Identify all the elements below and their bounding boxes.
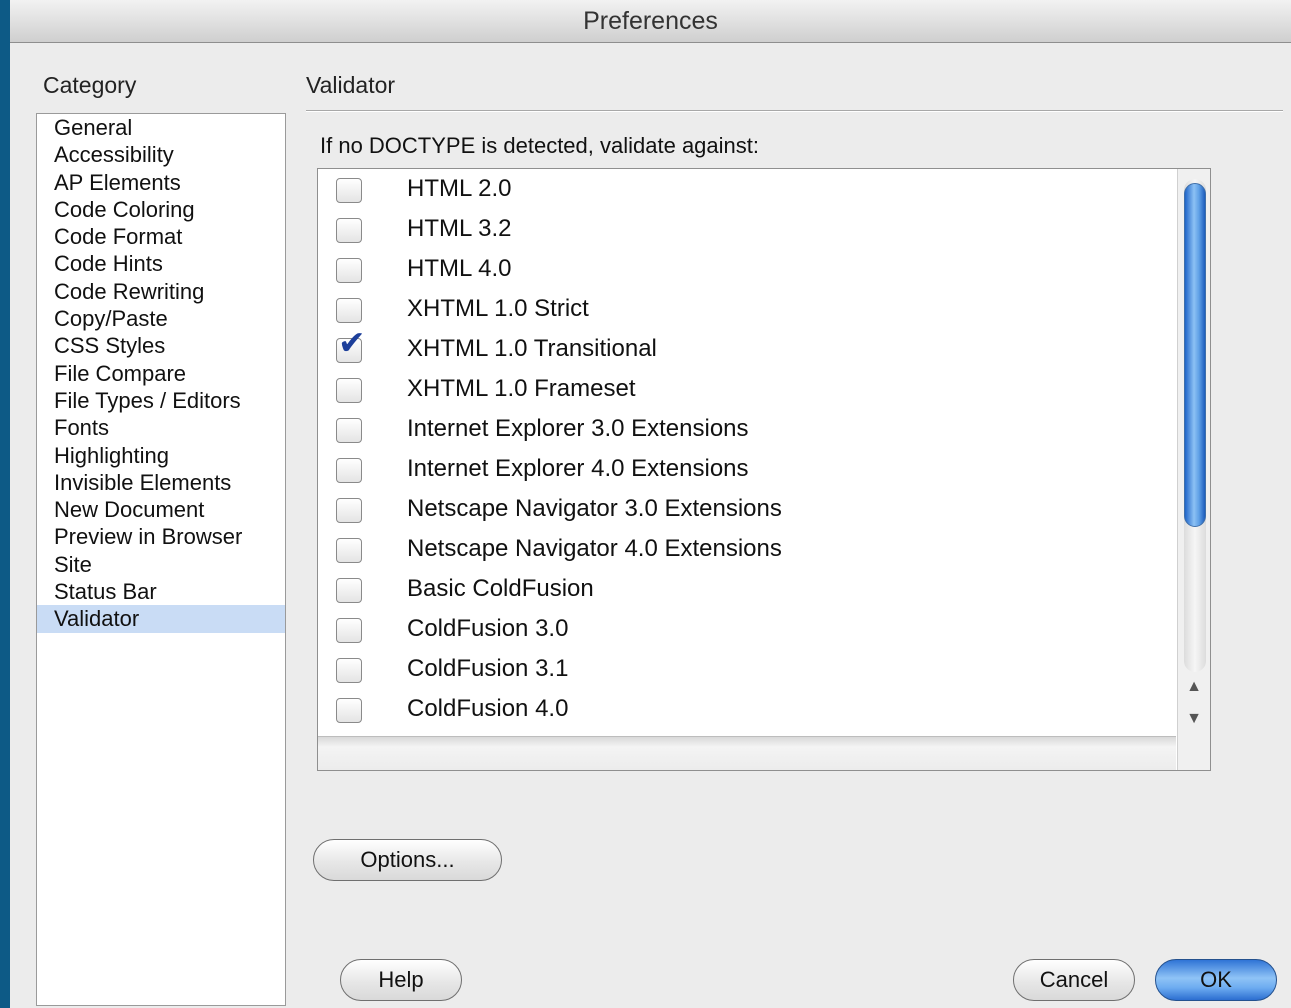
cancel-button[interactable]: Cancel <box>1013 959 1135 1001</box>
category-item[interactable]: Fonts <box>37 414 285 441</box>
doctype-checkbox[interactable] <box>336 298 362 323</box>
window-title: Preferences <box>583 6 718 35</box>
up-arrow-icon[interactable]: ▲ <box>1178 671 1210 703</box>
doctype-label: HTML 3.2 <box>407 215 512 242</box>
doctype-row: Basic ColdFusion <box>318 571 1178 611</box>
doctype-label: HTML 2.0 <box>407 175 512 202</box>
category-item[interactable]: Code Hints <box>37 250 285 277</box>
section-divider <box>306 110 1283 111</box>
category-item[interactable]: Code Rewriting <box>37 278 285 305</box>
category-item[interactable]: AP Elements <box>37 169 285 196</box>
doctype-row: ColdFusion 3.1 <box>318 651 1178 691</box>
doctype-row: HTML 3.2 <box>318 211 1178 251</box>
category-item[interactable]: Highlighting <box>37 442 285 469</box>
category-item[interactable]: Code Coloring <box>37 196 285 223</box>
doctype-rows: HTML 2.0 HTML 3.2 HTML 4.0 XHTML 1.0 Strict… <box>318 171 1178 731</box>
doctype-checkbox[interactable] <box>336 698 362 723</box>
down-arrow-icon[interactable]: ▼ <box>1178 703 1210 735</box>
doctype-label: Netscape Navigator 4.0 Extensions <box>407 535 782 562</box>
category-heading: Category <box>43 72 137 98</box>
category-item[interactable]: New Document <box>37 496 285 523</box>
doctype-checkbox[interactable] <box>336 458 362 483</box>
doctype-row: ColdFusion 3.0 <box>318 611 1178 651</box>
doctype-row: ✔ XHTML 1.0 Transitional <box>318 326 1178 371</box>
doctype-prompt: If no DOCTYPE is detected, validate agai… <box>320 133 760 158</box>
category-list[interactable]: General Accessibility AP Elements Code Colo… <box>36 113 286 1006</box>
doctype-row: HTML 4.0 <box>318 251 1178 291</box>
doctype-row: XHTML 1.0 Frameset <box>318 371 1178 411</box>
checkmark-icon: ✔ <box>338 323 366 362</box>
doctype-label: ColdFusion 4.0 <box>407 695 569 722</box>
doctype-checkbox[interactable] <box>336 178 362 203</box>
doctype-label: XHTML 1.0 Transitional <box>407 335 657 362</box>
help-button[interactable]: Help <box>340 959 462 1001</box>
preferences-window: Preferences Category Validator General Ac… <box>10 0 1291 1008</box>
category-item[interactable]: Copy/Paste <box>37 305 285 332</box>
doctype-row: Netscape Navigator 3.0 Extensions <box>318 491 1178 531</box>
doctype-label: Internet Explorer 4.0 Extensions <box>407 455 749 482</box>
category-item[interactable]: Invisible Elements <box>37 469 285 496</box>
category-item[interactable]: File Types / Editors <box>37 387 285 414</box>
category-item[interactable]: Preview in Browser <box>37 523 285 550</box>
doctype-list[interactable]: HTML 2.0 HTML 3.2 HTML 4.0 XHTML 1.0 Strict… <box>317 168 1211 771</box>
doctype-row: HTML 2.0 <box>318 171 1178 211</box>
doctype-label: XHTML 1.0 Frameset <box>407 375 636 402</box>
doctype-checkbox[interactable] <box>336 418 362 443</box>
doctype-row: Internet Explorer 3.0 Extensions <box>318 411 1178 451</box>
title-bar: Preferences <box>10 0 1291 43</box>
horizontal-scrollbar[interactable] <box>318 736 1176 770</box>
doctype-label: Netscape Navigator 3.0 Extensions <box>407 495 782 522</box>
category-item[interactable]: Validator <box>37 605 285 633</box>
doctype-label: HTML 4.0 <box>407 255 512 282</box>
category-item[interactable]: Code Format <box>37 223 285 250</box>
doctype-checkbox[interactable] <box>336 258 362 283</box>
doctype-row: ColdFusion 4.0 <box>318 691 1178 731</box>
doctype-label: ColdFusion 3.0 <box>407 615 569 642</box>
doctype-checkbox[interactable] <box>336 618 362 643</box>
options-button[interactable]: Options... <box>313 839 502 881</box>
category-item[interactable]: Site <box>37 551 285 578</box>
doctype-checkbox[interactable] <box>336 218 362 243</box>
doctype-row: XHTML 1.0 Strict <box>318 291 1178 331</box>
doctype-checkbox[interactable] <box>336 498 362 523</box>
category-item[interactable]: File Compare <box>37 360 285 387</box>
doctype-row: Netscape Navigator 4.0 Extensions <box>318 531 1178 571</box>
doctype-label: Internet Explorer 3.0 Extensions <box>407 415 749 442</box>
section-title: Validator <box>306 72 396 98</box>
doctype-checkbox[interactable]: ✔ <box>336 326 366 363</box>
doctype-checkbox[interactable] <box>336 658 362 683</box>
vertical-scrollbar[interactable]: ▲ ▼ <box>1177 169 1210 770</box>
doctype-label: ColdFusion 3.1 <box>407 655 569 682</box>
category-item[interactable]: General <box>37 114 285 141</box>
scroll-thumb[interactable] <box>1184 183 1206 527</box>
doctype-checkbox[interactable] <box>336 378 362 403</box>
doctype-label: Basic ColdFusion <box>407 575 594 602</box>
doctype-label: XHTML 1.0 Strict <box>407 295 589 322</box>
category-item[interactable]: CSS Styles <box>37 332 285 359</box>
category-item[interactable]: Accessibility <box>37 141 285 168</box>
category-item[interactable]: Status Bar <box>37 578 285 605</box>
ok-button[interactable]: OK <box>1155 959 1277 1001</box>
doctype-checkbox[interactable] <box>336 538 362 563</box>
doctype-checkbox[interactable] <box>336 578 362 603</box>
doctype-row: Internet Explorer 4.0 Extensions <box>318 451 1178 491</box>
